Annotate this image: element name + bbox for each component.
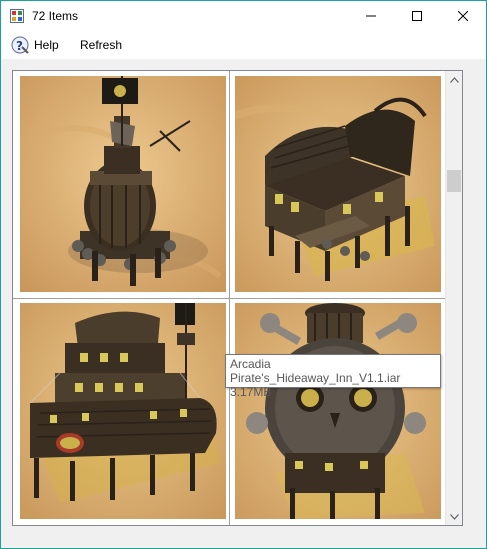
menu-refresh[interactable]: Refresh [80,31,122,59]
item-tooltip: Arcadia Pirate's_Hideaway_Inn_V1.1.iar 3… [225,354,441,399]
thumbnail-pirate-ship-tower[interactable] [20,76,226,292]
thumbnail-tavern-house[interactable] [235,76,441,292]
thumbnail-skull-tower[interactable] [235,303,441,519]
thumbnail-pirate-hideaway-inn[interactable] [20,303,226,519]
minimize-button[interactable] [348,1,394,31]
chevron-down-icon [450,513,459,520]
close-icon [458,11,468,21]
title-bar[interactable]: 72 Items [1,1,486,31]
thumbnail-grid[interactable] [12,70,463,526]
window-title: 72 Items [32,9,79,23]
tooltip-filename: Arcadia Pirate's_Hideaway_Inn_V1.1.iar [230,357,401,385]
menu-help[interactable]: ? Help [9,31,59,59]
menu-help-label: Help [34,38,59,52]
minimize-icon [366,15,376,17]
tavern-house-thumbnail [235,76,441,292]
app-icon [10,9,24,23]
svg-text:?: ? [16,39,23,53]
scroll-up-button[interactable] [446,71,462,88]
maximize-button[interactable] [394,1,440,31]
pirate-hideaway-inn-thumbnail [20,303,226,519]
scroll-down-button[interactable] [446,508,462,525]
close-button[interactable] [440,1,486,31]
skull-tower-thumbnail [235,303,441,519]
vertical-scrollbar[interactable] [445,71,462,525]
grid-divider-horizontal [13,298,447,299]
maximize-icon [412,11,422,21]
pirate-ship-tower-thumbnail [20,76,226,292]
app-window: 72 Items ? Help Refresh Arcadia Pirate's… [0,0,487,549]
scroll-thumb[interactable] [447,170,461,192]
menu-bar: ? Help Refresh [1,31,486,59]
chevron-up-icon [450,76,459,83]
tooltip-size: 3.17MB [230,385,272,399]
help-icon: ? [9,35,31,55]
menu-refresh-label: Refresh [80,38,123,52]
